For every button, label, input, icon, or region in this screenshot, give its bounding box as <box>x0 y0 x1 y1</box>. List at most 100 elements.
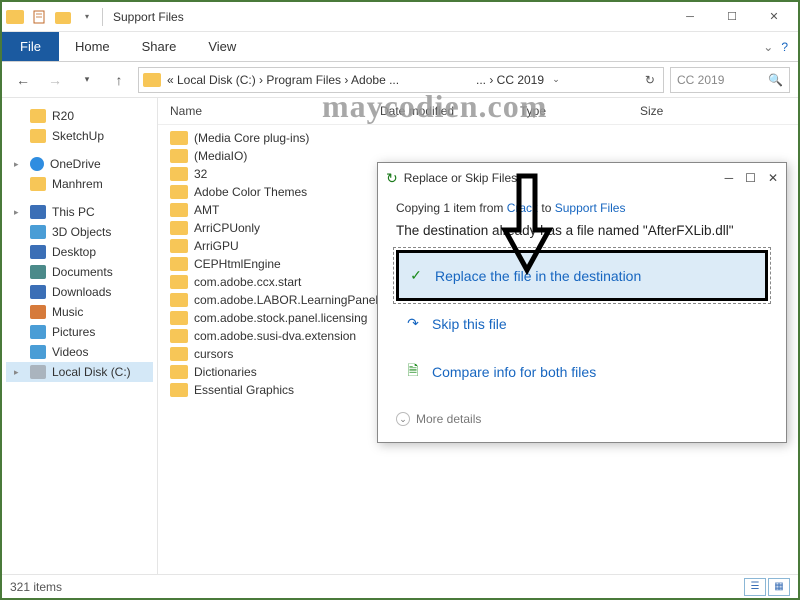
minimize-button[interactable]: ─ <box>670 3 710 31</box>
sidebar-item-downloads[interactable]: Downloads <box>6 282 153 302</box>
file-name: CEPHtmlEngine <box>194 257 384 271</box>
folder-icon <box>170 185 188 199</box>
sidebar-item-documents[interactable]: Documents <box>6 262 153 282</box>
folder-icon <box>170 221 188 235</box>
nav-pane: R20SketchUp ▸OneDrive Manhrem ▸This PC 3D Ob… <box>2 98 158 574</box>
file-name: (Media Core plug-ins) <box>194 131 384 145</box>
quick-access-toolbar: ▾ <box>6 8 96 26</box>
file-name: ArriCPUonly <box>194 221 384 235</box>
folder-icon <box>170 329 188 343</box>
compare-option[interactable]: 🗎 Compare info for both files <box>396 346 768 398</box>
file-name: (MediaIO) <box>194 149 384 163</box>
new-folder-icon[interactable] <box>54 8 72 26</box>
file-name: com.adobe.LABOR.LearningPanel <box>194 293 384 307</box>
col-type[interactable]: Type <box>520 104 640 118</box>
conflict-message: The destination already has a file named… <box>396 223 768 238</box>
folder-icon <box>170 149 188 163</box>
back-button[interactable]: ← <box>10 67 36 93</box>
copy-icon: ↻ <box>386 170 398 187</box>
sidebar-item-onedrive[interactable]: ▸OneDrive <box>6 154 153 174</box>
copy-status: Copying 1 item from Crack to Support Fil… <box>396 201 768 215</box>
file-name: com.adobe.stock.panel.licensing <box>194 311 384 325</box>
sidebar-item-pictures[interactable]: Pictures <box>6 322 153 342</box>
icons-view-button[interactable]: ▦ <box>768 578 790 596</box>
qat-dropdown-icon[interactable]: ▾ <box>78 8 96 26</box>
col-date[interactable]: Date modified <box>380 104 520 118</box>
file-name: 32 <box>194 167 384 181</box>
item-count: 321 items <box>10 580 62 594</box>
file-row[interactable]: (Media Core plug-ins) <box>170 129 786 147</box>
navbar: ← → ▾ ↑ « Local Disk (C:) › Program File… <box>2 62 798 98</box>
caret-icon: ▸ <box>14 159 24 170</box>
file-name: com.adobe.susi-dva.extension <box>194 329 384 343</box>
sidebar-item-sketchup[interactable]: SketchUp <box>6 126 153 146</box>
pc-icon <box>30 205 46 219</box>
close-button[interactable]: ✕ <box>754 3 794 31</box>
forward-button[interactable]: → <box>42 67 68 93</box>
folder-icon <box>170 383 188 397</box>
folder-icon <box>30 129 46 143</box>
folder-icon <box>170 293 188 307</box>
skip-label: Skip this file <box>432 316 507 332</box>
sidebar-item-music[interactable]: Music <box>6 302 153 322</box>
sidebar-item-videos[interactable]: Videos <box>6 342 153 362</box>
sidebar-item-local-disk-c-[interactable]: ▸Local Disk (C:) <box>6 362 153 382</box>
file-name: Dictionaries <box>194 365 384 379</box>
sidebar-item-label: Desktop <box>52 245 96 259</box>
file-name: AMT <box>194 203 384 217</box>
sidebar-item-this-pc[interactable]: ▸This PC <box>6 202 153 222</box>
ribbon-expand-icon[interactable]: ⌄ <box>763 40 773 54</box>
copy-to: to <box>538 201 555 215</box>
view-tab[interactable]: View <box>192 32 252 61</box>
dl-icon <box>30 285 46 299</box>
folder-icon <box>170 275 188 289</box>
search-input[interactable]: CC 2019 🔍 <box>670 67 790 93</box>
titlebar: ▾ Support Files ─ ☐ ✕ <box>2 2 798 32</box>
breadcrumb-prefix[interactable]: « Local Disk (C:) › Program Files › Adob… <box>167 73 399 87</box>
dialog-minimize-button[interactable]: ─ <box>725 171 734 185</box>
share-tab[interactable]: Share <box>126 32 193 61</box>
replace-label: Replace the file in the destination <box>435 268 641 284</box>
home-tab[interactable]: Home <box>59 32 126 61</box>
up-button[interactable]: ↑ <box>106 67 132 93</box>
details-view-button[interactable]: ☰ <box>744 578 766 596</box>
sidebar-item-label: 3D Objects <box>52 225 111 239</box>
more-details-label: More details <box>416 412 481 426</box>
maximize-button[interactable]: ☐ <box>712 3 752 31</box>
col-size[interactable]: Size <box>640 104 786 118</box>
music-icon <box>30 305 46 319</box>
more-details[interactable]: ⌄ More details <box>396 412 768 426</box>
breadcrumb-suffix[interactable]: ... › CC 2019 <box>476 73 544 87</box>
pics-icon <box>30 325 46 339</box>
copy-dest-link[interactable]: Support Files <box>555 201 626 215</box>
help-icon[interactable]: ? <box>781 40 788 54</box>
skip-option[interactable]: ↷ Skip this file <box>396 301 768 346</box>
folder-icon <box>143 73 161 87</box>
caret-icon: ▸ <box>14 207 24 218</box>
compare-label: Compare info for both files <box>432 364 596 380</box>
dialog-titlebar: ↻ Replace or Skip Files ─ ☐ ✕ <box>378 163 786 193</box>
address-bar[interactable]: « Local Disk (C:) › Program Files › Adob… <box>138 67 664 93</box>
dialog-body: Copying 1 item from Crack to Support Fil… <box>378 193 786 442</box>
docs-icon <box>30 265 46 279</box>
search-icon: 🔍 <box>768 73 783 87</box>
properties-icon[interactable] <box>30 8 48 26</box>
dialog-close-button[interactable]: ✕ <box>768 171 778 185</box>
folder-icon <box>170 167 188 181</box>
file-tab[interactable]: File <box>2 32 59 61</box>
sidebar-item-label: Manhrem <box>52 177 103 191</box>
desktop-icon <box>30 245 46 259</box>
col-name[interactable]: Name <box>170 104 380 118</box>
recent-dropdown[interactable]: ▾ <box>74 67 100 93</box>
dialog-maximize-button[interactable]: ☐ <box>745 171 756 185</box>
refresh-icon[interactable]: ↻ <box>641 73 659 87</box>
sidebar-item-3d-objects[interactable]: 3D Objects <box>6 222 153 242</box>
address-dropdown-icon[interactable]: ⌄ <box>548 67 564 93</box>
sidebar-item-r20[interactable]: R20 <box>6 106 153 126</box>
file-name: ArriGPU <box>194 239 384 253</box>
sidebar-item-desktop[interactable]: Desktop <box>6 242 153 262</box>
sidebar-item-manhrem[interactable]: Manhrem <box>6 174 153 194</box>
caret-icon: ▸ <box>14 367 24 378</box>
replace-option[interactable]: ✓ Replace the file in the destination <box>396 250 768 301</box>
copy-source-link[interactable]: Crack <box>507 201 538 215</box>
